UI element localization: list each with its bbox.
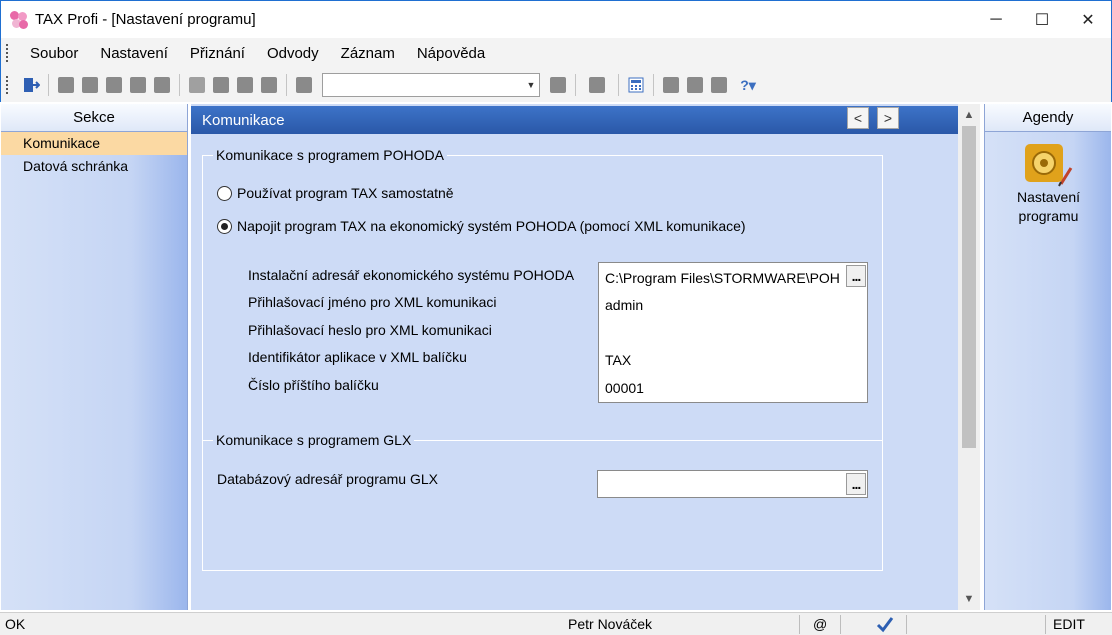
chevron-down-icon[interactable]: ▼ <box>523 74 539 96</box>
menu-bar: Soubor Nastavení Přiznání Odvody Záznam … <box>0 38 1112 68</box>
toolbar-grip[interactable] <box>6 76 9 94</box>
scroll-thumb[interactable] <box>962 126 976 448</box>
menu-napoveda[interactable]: Nápověda <box>406 45 496 62</box>
glx-dir-browse-button[interactable]: ... <box>846 473 866 495</box>
menu-soubor[interactable]: Soubor <box>19 45 89 62</box>
copy-icon[interactable] <box>55 74 77 96</box>
duplicate-icon[interactable] <box>293 74 315 96</box>
app-id-label: Identifikátor aplikace v XML balíčku <box>248 349 467 365</box>
filter-icon[interactable] <box>547 74 569 96</box>
card-icon[interactable] <box>708 74 730 96</box>
glx-dir-label: Databázový adresář programu GLX <box>217 471 438 487</box>
toolbar: ▼ ?▾ <box>0 68 1112 102</box>
calculator-icon[interactable] <box>625 74 647 96</box>
folder-icon[interactable] <box>582 74 612 96</box>
radio-pohoda[interactable]: Napojit program TAX na ekonomický systém… <box>217 218 746 234</box>
status-user: Petr Nováček <box>568 616 653 632</box>
agendas-panel: Agendy Nastavení programu <box>984 104 1111 610</box>
radio-standalone-control[interactable] <box>217 185 232 201</box>
window-title: TAX Profi - [Nastavení programu] <box>35 11 256 28</box>
login-password-label: Přihlašovací heslo pro XML komunikaci <box>248 322 492 338</box>
next-package-input[interactable]: 00001 <box>605 380 644 396</box>
content-panel: Komunikace < > Komunikace s programem PO… <box>191 104 980 610</box>
agenda-item-settings[interactable]: Nastavení programu <box>985 188 1112 226</box>
content-title: Komunikace <box>202 111 285 129</box>
exit-icon[interactable] <box>20 74 42 96</box>
login-name-label: Přihlašovací jméno pro XML komunikaci <box>248 294 497 310</box>
next-button[interactable]: > <box>877 107 899 129</box>
prev-button[interactable]: < <box>847 107 869 129</box>
status-at: @ <box>813 616 828 632</box>
maximize-button[interactable]: ☐ <box>1019 1 1065 39</box>
edit-icon[interactable] <box>210 74 232 96</box>
install-dir-input[interactable]: C:\Program Files\STORMWARE\POH <box>605 270 840 286</box>
app-id-input[interactable]: TAX <box>605 352 631 368</box>
close-button[interactable]: ✕ <box>1065 1 1111 39</box>
app-logo-icon <box>10 10 28 29</box>
glx-dir-input[interactable]: ... <box>597 470 868 498</box>
sections-panel: Sekce Komunikace Datová schránka <box>1 104 188 610</box>
menu-nastaveni[interactable]: Nastavení <box>89 45 179 62</box>
menu-grip[interactable] <box>6 44 9 62</box>
status-state: OK <box>5 616 26 632</box>
minimize-button[interactable]: ─ <box>973 1 1019 39</box>
new-icon[interactable] <box>186 74 208 96</box>
checkmark-pen-icon <box>876 613 894 635</box>
paste-icon[interactable] <box>151 74 173 96</box>
delete-icon[interactable] <box>258 74 280 96</box>
pohoda-group-title: Komunikace s programem POHODA <box>213 147 447 163</box>
glx-group-title: Komunikace s programem GLX <box>213 432 415 448</box>
scroll-up-icon[interactable]: ▲ <box>958 104 980 126</box>
install-dir-label: Instalační adresář ekonomického systému … <box>248 267 575 283</box>
import-icon[interactable] <box>660 74 682 96</box>
title-bar: TAX Profi - [Nastavení programu] ─ ☐ ✕ <box>0 0 1112 38</box>
radio-standalone-label: Používat program TAX samostatně <box>237 185 454 201</box>
radio-pohoda-label: Napojit program TAX na ekonomický systém… <box>237 218 746 234</box>
status-bar: OK Petr Nováček @ EDIT <box>0 612 1112 635</box>
menu-priznani[interactable]: Přiznání <box>179 45 256 62</box>
section-item-komunikace[interactable]: Komunikace <box>1 132 187 155</box>
toolbar-combo[interactable]: ▼ <box>322 73 540 97</box>
content-scrollbar[interactable]: ▲ ▼ <box>958 104 980 610</box>
sections-header: Sekce <box>1 104 187 132</box>
next-package-label: Číslo příštího balíčku <box>248 377 379 393</box>
preview-icon[interactable] <box>103 74 125 96</box>
radio-pohoda-control[interactable] <box>217 218 232 234</box>
save-icon[interactable] <box>234 74 256 96</box>
menu-zaznam[interactable]: Záznam <box>330 45 406 62</box>
pohoda-fields-box: C:\Program Files\STORMWARE\POH ... admin… <box>598 262 868 403</box>
info-icon[interactable] <box>684 74 706 96</box>
settings-gear-icon[interactable] <box>1023 142 1073 188</box>
scroll-down-icon[interactable]: ▼ <box>958 588 980 610</box>
status-mode: EDIT <box>1053 616 1085 632</box>
content-header: Komunikace <box>191 106 958 134</box>
print-icon[interactable] <box>79 74 101 96</box>
help-icon[interactable]: ?▾ <box>732 74 764 96</box>
login-password-input[interactable] <box>605 325 845 343</box>
menu-odvody[interactable]: Odvody <box>256 45 330 62</box>
section-item-datova-schranka[interactable]: Datová schránka <box>1 155 187 178</box>
agendas-header: Agendy <box>985 104 1111 132</box>
login-name-input[interactable]: admin <box>605 297 643 313</box>
radio-standalone[interactable]: Používat program TAX samostatně <box>217 185 454 201</box>
install-dir-browse-button[interactable]: ... <box>846 265 866 287</box>
export-icon[interactable] <box>127 74 149 96</box>
